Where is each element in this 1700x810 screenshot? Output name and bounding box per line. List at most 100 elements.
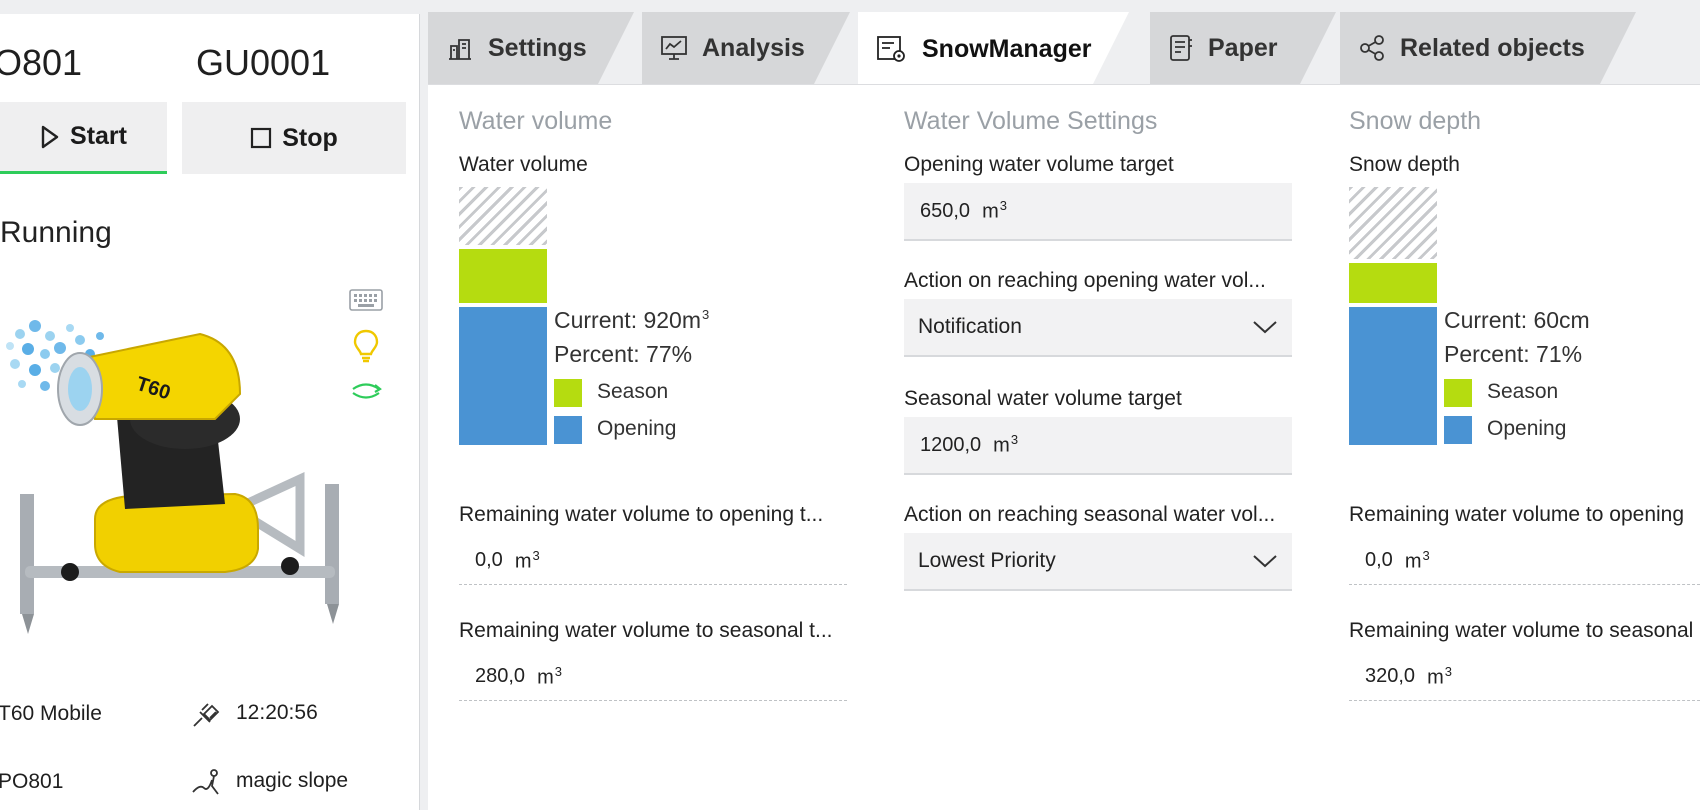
seasonal-target-value: 1200,0 (920, 433, 982, 456)
slope-text: magic slope (236, 769, 349, 792)
paper-icon (1170, 35, 1192, 61)
snow-remaining-opening-value: 0,0 (1365, 549, 1393, 571)
water-volume-season-bar (459, 249, 547, 303)
opening-action-select[interactable]: Notification (904, 299, 1292, 357)
water-volume-opening-bar (459, 307, 547, 445)
seasonal-action-select[interactable]: Lowest Priority (904, 533, 1292, 591)
snow-remaining-opening-field: 0,0 m3 (1349, 537, 1700, 585)
remaining-opening-unit: m3 (514, 547, 540, 573)
seasonal-target-label: Seasonal water volume target (904, 387, 1182, 410)
chevron-down-icon (1253, 321, 1277, 334)
seasonal-target-input[interactable]: 1200,0 m3 (904, 417, 1292, 475)
legend-opening-swatch (1444, 416, 1472, 444)
snow-remaining-seasonal-unit: m3 (1427, 663, 1452, 689)
opening-action-label: Action on reaching opening water vol... (904, 269, 1266, 292)
snow-depth-title: Snow depth (1349, 107, 1482, 135)
snow-remaining-seasonal-label: Remaining water volume to seasonal (1349, 619, 1694, 642)
location-info: PO801 (0, 770, 63, 794)
legend-opening-label: Opening (597, 417, 677, 440)
tab-analysis[interactable]: Analysis (642, 12, 850, 84)
tab-paper[interactable]: Paper (1150, 12, 1336, 84)
remaining-opening-field: 0,0 m3 (459, 537, 847, 585)
water-volume-title: Water volume (459, 107, 613, 135)
legend-season-swatch (554, 379, 582, 407)
slope-icon (192, 769, 219, 795)
tab-snowmanager-label: SnowManager (922, 34, 1092, 63)
opening-target-input[interactable]: 650,0 m3 (904, 183, 1292, 241)
lightbulb-icon[interactable] (352, 329, 380, 363)
slope-info: magic slope (190, 766, 348, 796)
tab-bar: Settings Analysis SnowManager Paper Rela… (428, 12, 1700, 86)
legend-season-label: Season (597, 380, 669, 403)
play-icon (41, 125, 59, 148)
chevron-down-icon (1253, 555, 1277, 568)
remaining-seasonal-value: 280,0 (475, 665, 526, 687)
tab-settings-label: Settings (488, 33, 587, 62)
remaining-opening-label: Remaining water volume to opening t... (459, 503, 824, 526)
tab-related-objects[interactable]: Related objects (1340, 12, 1636, 84)
time-info: 12:20:56 (190, 698, 318, 728)
water-volume-percent: Percent: 77% (554, 341, 693, 367)
water-volume-chart: Current: 920m3 Percent: 77% Season Openi… (459, 187, 859, 445)
tab-snowmanager[interactable]: SnowManager (858, 12, 1129, 86)
water-volume-settings-title: Water Volume Settings (904, 107, 1158, 135)
related-objects-icon (1360, 35, 1384, 61)
legend-season-swatch (1444, 379, 1472, 407)
snow-depth-remaining-bar (1349, 187, 1437, 259)
start-label: Start (70, 122, 127, 150)
model-info: T60 Mobile (0, 702, 102, 726)
snowmanager-icon (877, 36, 905, 62)
snow-remaining-seasonal-field: 320,0 m3 (1349, 653, 1700, 701)
device-panel: O801 GU0001 Start Stop Running T60 T60 M… (0, 14, 420, 810)
snow-depth-chart-label: Snow depth (1349, 153, 1460, 176)
snow-depth-opening-bar (1349, 307, 1437, 445)
settings-icon (449, 39, 471, 60)
water-volume-current: Current: 920m3 (554, 307, 710, 333)
remaining-opening-value: 0,0 (475, 549, 503, 571)
opening-action-value: Notification (918, 315, 1022, 338)
analysis-icon (661, 36, 687, 60)
snow-remaining-opening-unit: m3 (1404, 547, 1430, 573)
water-volume-remaining-bar (459, 187, 547, 245)
app-root: O801 GU0001 Start Stop Running T60 T60 M… (0, 0, 1700, 810)
plug-icon (193, 703, 220, 727)
keyboard-icon[interactable] (349, 289, 383, 311)
tab-paper-label: Paper (1208, 33, 1278, 62)
seasonal-action-label: Action on reaching seasonal water vol... (904, 503, 1276, 526)
snow-remaining-opening-label: Remaining water volume to opening (1349, 503, 1685, 526)
remaining-seasonal-field: 280,0 m3 (459, 653, 847, 701)
opening-target-unit: m3 (982, 198, 1007, 223)
stop-label: Stop (282, 123, 338, 152)
snow-depth-current: Current: 60cm (1444, 307, 1590, 333)
seasonal-target-unit: m3 (993, 432, 1019, 457)
start-button[interactable]: Start (0, 102, 167, 174)
stop-button[interactable]: Stop (182, 102, 406, 174)
device-id: O801 (0, 42, 83, 83)
group-id: GU0001 (196, 42, 331, 83)
legend-opening-label: Opening (1487, 417, 1567, 440)
tab-analysis-label: Analysis (702, 33, 805, 62)
rotate-icon[interactable] (349, 381, 383, 401)
seasonal-action-value: Lowest Priority (918, 549, 1056, 572)
snow-gun-image: T60 (6, 320, 339, 634)
remaining-seasonal-label: Remaining water volume to seasonal t... (459, 619, 833, 642)
tab-settings[interactable]: Settings (428, 12, 634, 84)
model-text: T60 Mobile (0, 702, 102, 725)
water-volume-chart-label: Water volume (459, 153, 588, 176)
snowmanager-content: Water volume Water volume Current: 920m3… (428, 85, 1700, 810)
location-id-text: PO801 (0, 770, 64, 793)
status-text: Running (0, 216, 112, 249)
snow-depth-percent: Percent: 71% (1444, 341, 1583, 367)
side-icons (348, 289, 384, 401)
legend-season-label: Season (1487, 380, 1559, 403)
opening-target-value: 650,0 (920, 199, 971, 222)
remaining-seasonal-unit: m3 (537, 663, 562, 689)
tab-related-objects-label: Related objects (1400, 33, 1585, 62)
legend-opening-swatch (554, 416, 582, 444)
stop-icon (251, 127, 272, 149)
snow-depth-season-bar (1349, 263, 1437, 303)
snow-depth-chart: Current: 60cm Percent: 71% Season Openin… (1349, 187, 1700, 447)
snow-remaining-seasonal-value: 320,0 (1365, 665, 1416, 687)
time-text: 12:20:56 (236, 701, 318, 724)
opening-target-label: Opening water volume target (904, 153, 1174, 176)
